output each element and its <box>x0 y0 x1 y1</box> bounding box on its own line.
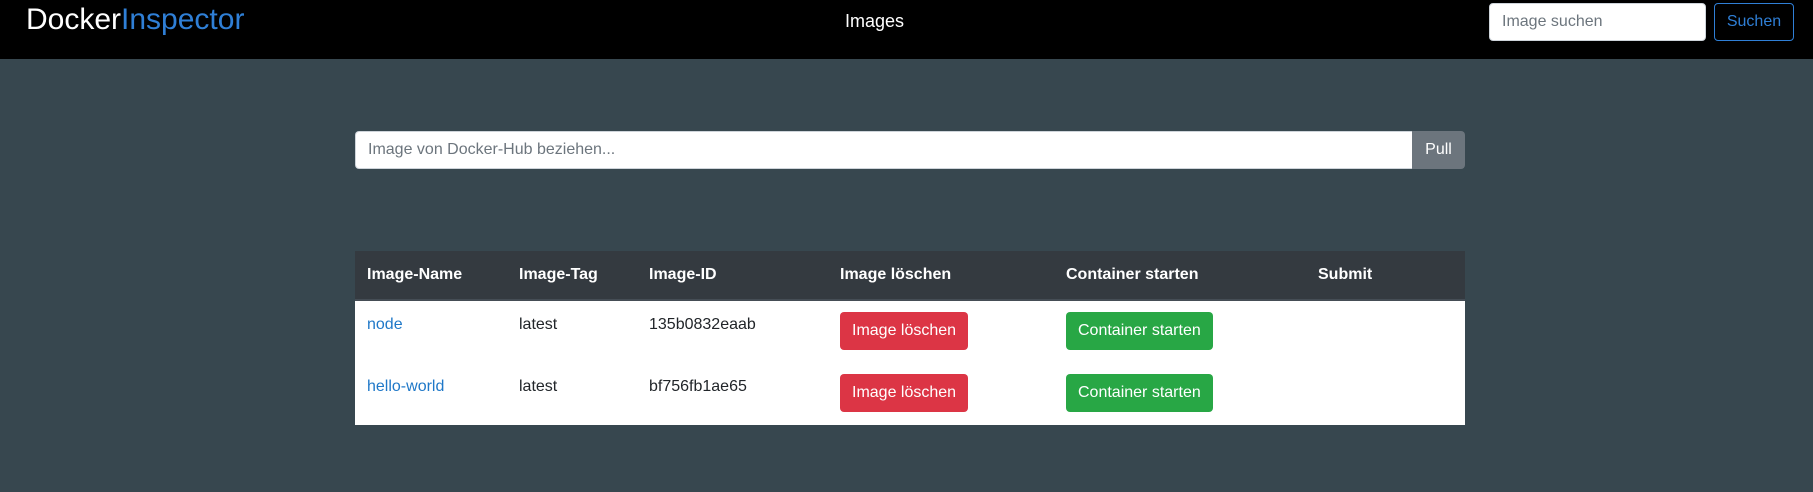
header-image-delete: Image löschen <box>828 251 1054 301</box>
brand-docker: Docker <box>26 3 122 36</box>
cell-image-name: node <box>355 300 507 363</box>
cell-delete: Image löschen <box>828 300 1054 363</box>
cell-submit <box>1306 300 1465 363</box>
table-row: node latest 135b0832eaab Image löschen C… <box>355 300 1465 363</box>
image-name-link[interactable]: node <box>367 316 403 333</box>
header-image-name: Image-Name <box>355 251 507 301</box>
images-table: Image-Name Image-Tag Image-ID Image lösc… <box>355 251 1465 425</box>
cell-image-tag: latest <box>519 316 558 333</box>
images-table-container: Image-Name Image-Tag Image-ID Image lösc… <box>355 251 1465 425</box>
brand-logo[interactable]: DockerInspector <box>26 2 244 38</box>
search-input[interactable] <box>1489 3 1706 41</box>
start-container-button[interactable]: Container starten <box>1066 312 1213 350</box>
header-container-start: Container starten <box>1054 251 1306 301</box>
header-image-tag: Image-Tag <box>507 251 637 301</box>
cell-start: Container starten <box>1054 300 1306 363</box>
header-submit: Submit <box>1306 251 1465 301</box>
cell-image-tag: latest <box>519 378 558 395</box>
header-image-id: Image-ID <box>637 251 828 301</box>
brand-inspector: Inspector <box>121 3 245 36</box>
navbar: DockerInspector Images Suchen <box>0 0 1813 59</box>
delete-image-button[interactable]: Image löschen <box>840 374 969 412</box>
cell-start: Container starten <box>1054 363 1306 425</box>
nav-link-images[interactable]: Images <box>845 9 904 33</box>
cell-image-id: 135b0832eaab <box>649 316 756 333</box>
start-container-button[interactable]: Container starten <box>1066 374 1213 412</box>
pull-button[interactable]: Pull <box>1412 131 1465 169</box>
table-row: hello-world latest bf756fb1ae65 Image lö… <box>355 363 1465 425</box>
cell-image-id: bf756fb1ae65 <box>649 378 747 395</box>
image-name-link[interactable]: hello-world <box>367 378 444 395</box>
search-button[interactable]: Suchen <box>1714 3 1794 41</box>
cell-image-name: hello-world <box>355 363 507 425</box>
cell-submit <box>1306 363 1465 425</box>
delete-image-button[interactable]: Image löschen <box>840 312 969 350</box>
cell-delete: Image löschen <box>828 363 1054 425</box>
pull-form: Pull <box>355 131 1465 169</box>
pull-image-input[interactable] <box>355 131 1412 169</box>
table-header-row: Image-Name Image-Tag Image-ID Image lösc… <box>355 251 1465 301</box>
